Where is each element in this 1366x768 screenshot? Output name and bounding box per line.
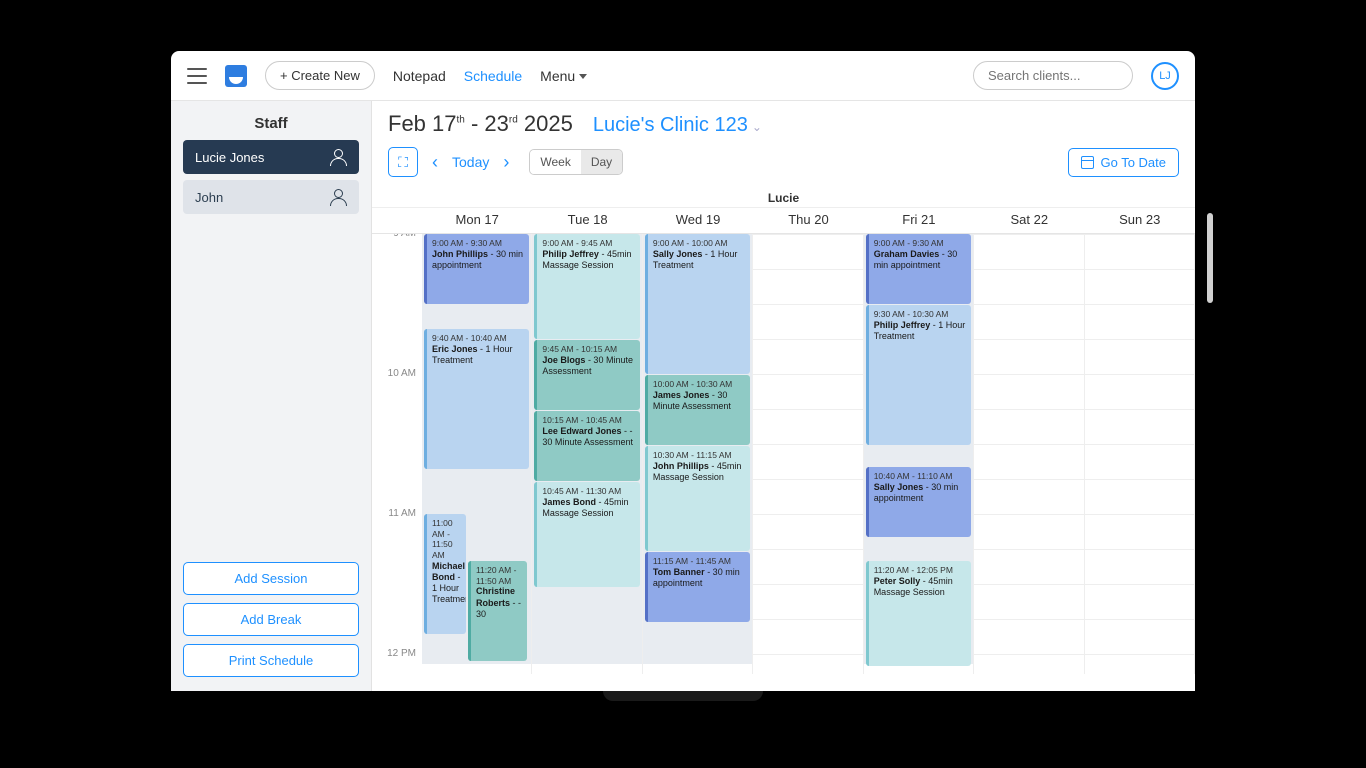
sidebar-title: Staff — [183, 115, 359, 132]
nav-schedule[interactable]: Schedule — [464, 68, 522, 84]
app-logo[interactable] — [225, 65, 247, 87]
day-header: Sat 22 — [974, 208, 1084, 233]
main: Feb 17th - 23rd 2025 Lucie's Clinic 123⌄… — [371, 101, 1195, 691]
date-range: Feb 17th - 23rd 2025 — [388, 111, 573, 137]
day-column-tue[interactable]: 9:00 AM - 9:45 AMPhilip Jeffrey - 45min … — [532, 234, 642, 674]
calendar-grid[interactable]: 9 AM 10 AM 11 AM 12 PM 9:00 AM - 9:30 AM… — [372, 234, 1195, 674]
appointment[interactable]: 9:00 AM - 9:30 AMGraham Davies - 30 min … — [866, 234, 971, 304]
day-header: Sun 23 — [1085, 208, 1195, 233]
person-icon — [329, 148, 347, 166]
person-icon — [329, 188, 347, 206]
appointment[interactable]: 10:30 AM - 11:15 AMJohn Phillips - 45min… — [645, 446, 750, 551]
day-header: Mon 17 — [422, 208, 532, 233]
add-break-button[interactable]: Add Break — [183, 603, 359, 636]
prev-arrow[interactable]: ‹ — [428, 152, 442, 173]
view-week[interactable]: Week — [530, 150, 580, 174]
calendar-user-label: Lucie — [372, 187, 1195, 208]
nav-menu[interactable]: Menu — [540, 68, 587, 84]
day-column-mon[interactable]: 9:00 AM - 9:30 AMJohn Phillips - 30 min … — [422, 234, 532, 674]
day-header: Fri 21 — [864, 208, 974, 233]
goto-date-button[interactable]: Go To Date — [1068, 148, 1179, 177]
appointment[interactable]: 9:00 AM - 9:45 AMPhilip Jeffrey - 45min … — [534, 234, 639, 339]
day-column-wed[interactable]: 9:00 AM - 10:00 AMSally Jones - 1 Hour T… — [643, 234, 753, 674]
view-day[interactable]: Day — [581, 150, 622, 174]
chevron-down-icon — [579, 74, 587, 79]
day-column-fri[interactable]: 9:00 AM - 9:30 AMGraham Davies - 30 min … — [864, 234, 974, 674]
appointment[interactable]: 11:15 AM - 11:45 AMTom Banner - 30 min a… — [645, 552, 750, 622]
search-input[interactable] — [973, 61, 1133, 90]
appointment[interactable]: 9:45 AM - 10:15 AMJoe Blogs - 30 Minute … — [534, 340, 639, 410]
appointment[interactable]: 10:15 AM - 10:45 AMLee Edward Jones - - … — [534, 411, 639, 481]
day-column-sat[interactable] — [974, 234, 1084, 674]
next-arrow[interactable]: › — [499, 152, 513, 173]
appointment[interactable]: 10:40 AM - 11:10 AMSally Jones - 30 min … — [866, 467, 971, 537]
add-session-button[interactable]: Add Session — [183, 562, 359, 595]
day-column-thu[interactable] — [753, 234, 863, 674]
appointment[interactable]: 10:45 AM - 11:30 AMJames Bond - 45min Ma… — [534, 482, 639, 587]
staff-name: John — [195, 190, 223, 205]
appointment[interactable]: 9:40 AM - 10:40 AMEric Jones - 1 Hour Tr… — [424, 329, 529, 469]
day-header: Tue 18 — [532, 208, 642, 233]
today-button[interactable]: Today — [452, 154, 489, 170]
time-column: 9 AM 10 AM 11 AM 12 PM — [372, 234, 422, 674]
view-switcher: Week Day — [529, 149, 623, 175]
nav-notepad[interactable]: Notepad — [393, 68, 446, 84]
day-header-row: Mon 17 Tue 18 Wed 19 Thu 20 Fri 21 Sat 2… — [372, 208, 1195, 234]
appointment[interactable]: 11:00 AM - 11:50 AMMichael Bond - 1 Hour… — [424, 514, 466, 634]
print-schedule-button[interactable]: Print Schedule — [183, 644, 359, 677]
staff-item-lucie[interactable]: Lucie Jones — [183, 140, 359, 174]
day-header: Thu 20 — [753, 208, 863, 233]
day-header: Wed 19 — [643, 208, 753, 233]
staff-item-john[interactable]: John — [183, 180, 359, 214]
topbar: + Create New Notepad Schedule Menu LJ — [171, 51, 1195, 101]
user-avatar-button[interactable]: LJ — [1151, 62, 1179, 90]
staff-name: Lucie Jones — [195, 150, 264, 165]
appointment[interactable]: 9:30 AM - 10:30 AMPhilip Jeffrey - 1 Hou… — [866, 305, 971, 445]
calendar-icon — [1081, 156, 1094, 169]
sidebar: Staff Lucie Jones John Add Session Add B… — [171, 101, 371, 691]
fullscreen-button[interactable]: ⛶ — [388, 147, 418, 177]
clinic-selector[interactable]: Lucie's Clinic 123⌄ — [593, 114, 762, 137]
chevron-down-icon: ⌄ — [752, 120, 762, 134]
appointment[interactable]: 11:20 AM - 11:50 AMChristine Roberts - -… — [468, 561, 527, 661]
day-column-sun[interactable] — [1085, 234, 1195, 674]
appointment[interactable]: 9:00 AM - 9:30 AMJohn Phillips - 30 min … — [424, 234, 529, 304]
appointment[interactable]: 10:00 AM - 10:30 AMJames Jones - 30 Minu… — [645, 375, 750, 445]
appointment[interactable]: 9:00 AM - 10:00 AMSally Jones - 1 Hour T… — [645, 234, 750, 374]
menu-hamburger-icon[interactable] — [187, 68, 207, 84]
create-new-button[interactable]: + Create New — [265, 61, 375, 90]
appointment[interactable]: 11:20 AM - 12:05 PMPeter Solly - 45min M… — [866, 561, 971, 666]
